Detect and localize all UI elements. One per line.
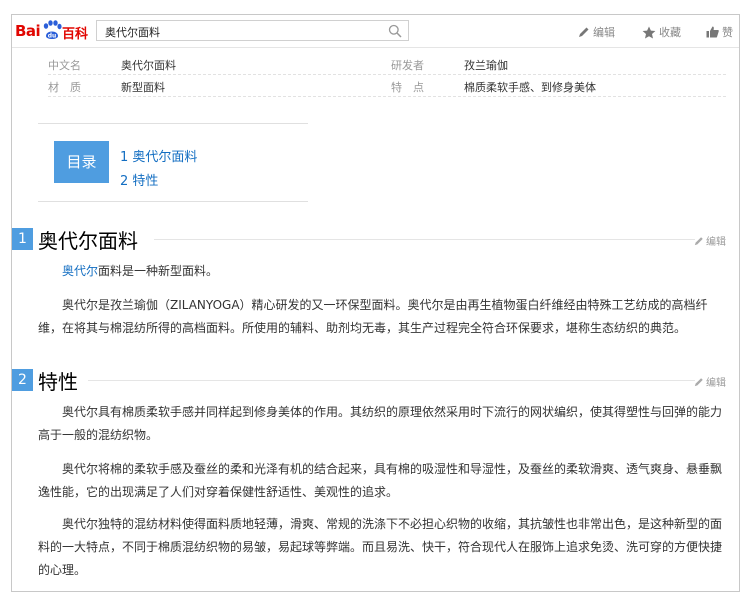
section-edit-label: 编辑 (706, 378, 726, 389)
paragraph-text: 面料是一种新型面料。 (98, 264, 219, 278)
pencil-icon (579, 27, 589, 37)
edit-button-label: 编辑 (593, 26, 615, 39)
section-title: 特性 (38, 370, 78, 394)
section-divider (88, 380, 695, 381)
like-button-label: 赞 (722, 26, 733, 39)
paragraph: 奥代尔具有棉质柔软手感并同样起到修身美体的作用。其纺织的原理依然采用时下流行的网… (38, 405, 723, 442)
section-divider (154, 239, 695, 240)
svg-text:du: du (48, 33, 57, 40)
baike-logo[interactable]: Bai du 百科 (15, 19, 91, 43)
paw-icon: du (43, 20, 62, 40)
collect-button[interactable]: 收藏 (642, 24, 681, 40)
section-edit-label: 编辑 (706, 237, 726, 248)
term-link[interactable]: 奥代尔 (62, 264, 98, 278)
basic-info-row: 中文名 奥代尔面料 研发者 孜兰瑜伽 (48, 53, 726, 75)
top-bar: Bai du 百科 奥代尔面料 编辑 收藏 赞 (12, 15, 739, 48)
section-title: 奥代尔面料 (38, 229, 138, 253)
basic-info-key: 研发者 (391, 59, 424, 72)
search-input-value: 奥代尔面料 (105, 26, 160, 39)
section-edit-button[interactable]: 编辑 (694, 233, 726, 248)
like-button[interactable]: 赞 (706, 24, 733, 40)
edit-button[interactable]: 编辑 (578, 24, 615, 40)
basic-info-value: 孜兰瑜伽 (464, 59, 508, 72)
table-of-contents: 目录 1 奥代尔面料 2 特性 (38, 123, 308, 202)
paragraph: 奥代尔独特的混纺材料使得面料质地轻薄，滑爽、常规的洗涤下不必担心织物的收缩，其抗… (38, 517, 723, 577)
basic-info-key: 特 点 (391, 81, 424, 94)
collect-button-label: 收藏 (659, 26, 681, 39)
search-icon[interactable] (388, 24, 402, 38)
section-number: 1 (12, 228, 33, 250)
basic-info-key: 中文名 (48, 59, 81, 72)
basic-info-key: 材 质 (48, 81, 81, 94)
toc-item-section-1[interactable]: 1 奥代尔面料 (120, 146, 197, 165)
section-edit-button[interactable]: 编辑 (694, 374, 726, 389)
basic-info-value: 新型面料 (121, 81, 165, 94)
search-input[interactable]: 奥代尔面料 (96, 20, 409, 41)
pencil-icon (694, 236, 703, 245)
thumbs-up-icon (706, 26, 719, 38)
logo-baike-text: 百科 (62, 27, 89, 42)
toc-item-section-2[interactable]: 2 特性 (120, 170, 158, 189)
toc-badge: 目录 (54, 141, 109, 183)
paragraph: 奥代尔是孜兰瑜伽（ZILANYOGA）精心研发的又一环保型面料。奥代尔是由再生植… (38, 298, 708, 335)
logo-bai-text: Bai (15, 22, 41, 40)
section-1-header: 1 奥代尔面料 编辑 (12, 228, 739, 253)
page-frame: Bai du 百科 奥代尔面料 编辑 收藏 赞 中文名 奥代尔面料 研发者 孜兰… (11, 14, 740, 592)
paragraph: 奥代尔将棉的柔软手感及蚕丝的柔和光泽有机的结合起来，具有棉的吸湿性和导湿性，及蚕… (38, 462, 723, 499)
basic-info-row: 材 质 新型面料 特 点 棉质柔软手感、到修身美体 (48, 75, 726, 97)
star-icon (642, 26, 656, 38)
basic-info-value: 棉质柔软手感、到修身美体 (464, 81, 596, 94)
basic-info-table: 中文名 奥代尔面料 研发者 孜兰瑜伽 材 质 新型面料 特 点 棉质柔软手感、到… (48, 53, 726, 97)
section-number: 2 (12, 369, 33, 391)
section-2-header: 2 特性 编辑 (12, 369, 739, 394)
basic-info-value: 奥代尔面料 (121, 59, 176, 72)
pencil-icon (694, 377, 703, 386)
paragraph: 奥代尔面料是一种新型面料。 (38, 260, 722, 283)
